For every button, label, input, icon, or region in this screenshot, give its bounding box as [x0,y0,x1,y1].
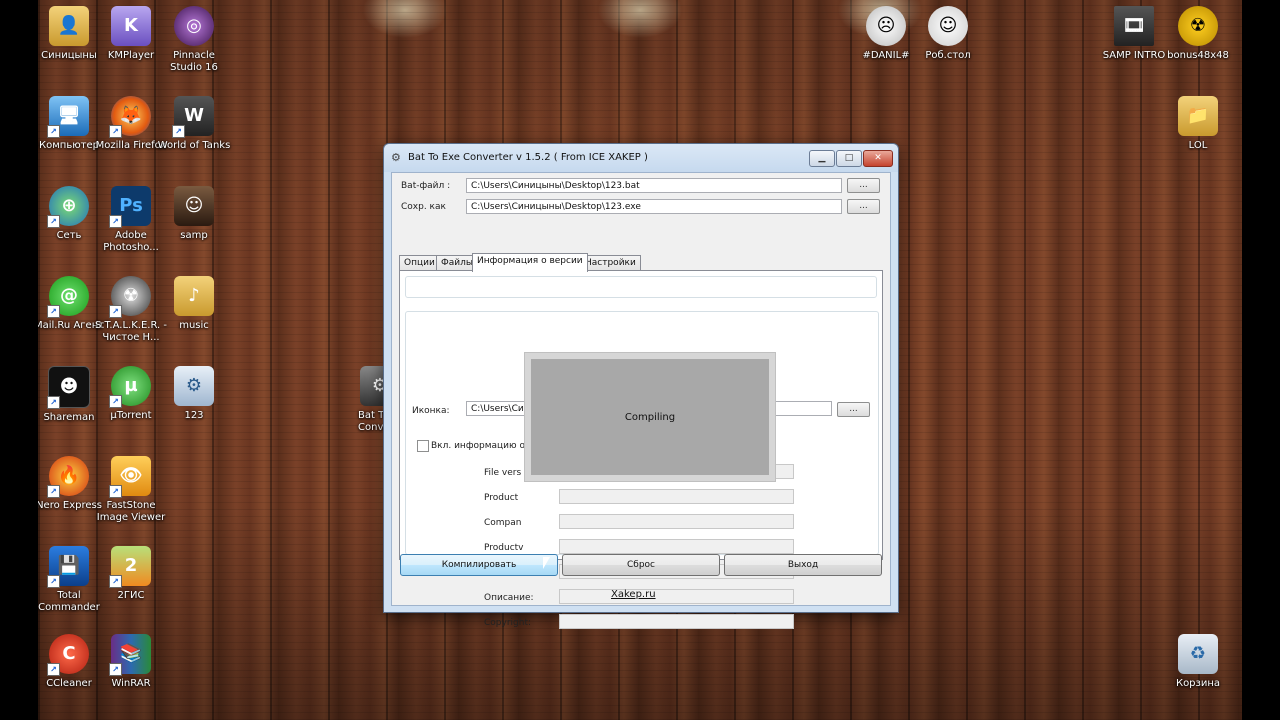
product-input [559,489,794,504]
face-icon: ☹ [866,6,906,46]
compile-button[interactable]: Компилировать [400,554,558,576]
copyright-label: Copyright: [484,618,532,628]
firefox-icon: 🦊 ↗ [109,96,151,138]
nero-icon: 🔥 ↗ [47,456,89,498]
company-label: Compan [484,518,522,528]
tab-version-info[interactable]: Информация о версии [472,253,588,272]
shareman-icon: ☻ ↗ [47,366,90,409]
wot-icon: W ↗ [172,96,214,138]
network-icon: ⊕ ↗ [47,186,89,228]
mailru-icon: @ ↗ [47,276,89,318]
copyright-input [559,614,794,629]
settings-file-icon: ⚙ [174,366,214,406]
description-label: Описание: [484,593,534,603]
description-input [559,589,794,604]
desktop-icon-music[interactable]: ♪ music [156,270,232,332]
desktop-icon-faststone[interactable]: 👁 ↗ FastStone Image Viewer [93,450,169,524]
video-icon: 🎞 [1114,6,1154,46]
recycle-bin-icon: ♻ [1178,634,1218,674]
computer-icon: 🖥 ↗ [47,96,89,138]
2gis-icon: 2 ↗ [109,546,151,588]
kmplayer-icon: K [111,6,151,46]
desktop-icon-123[interactable]: ⚙ 123 [156,360,232,422]
compiling-text: Compiling [531,359,769,475]
tab-options[interactable]: Опции [399,255,440,271]
photoshop-icon: Ps ↗ [109,186,151,228]
exit-button[interactable]: Выход [724,554,882,576]
radiation-icon: ☢ [1178,6,1218,46]
desktop-icon-rob-stol[interactable]: ☺ Роб.стол [910,0,986,62]
desktop-icon-pinnacle[interactable]: ◎ Pinnacle Studio 16 [156,0,232,74]
icon-row-box [405,276,877,298]
samp-icon: ☺ [174,186,214,226]
save-browse-button[interactable]: ... [847,199,880,214]
save-as-label: Сохр. как [401,202,446,212]
folder-user-icon: 👤 [49,6,89,46]
desktop-icon-winrar[interactable]: 📚 ↗ WinRAR [93,628,169,690]
utorrent-icon: µ ↗ [109,366,151,408]
winrar-icon: 📚 ↗ [109,634,151,676]
desktop-icon-wot[interactable]: W ↗ World of Tanks [156,90,232,152]
folder-icon: ♪ [174,276,214,316]
desktop-icon-bonus48x48[interactable]: ☢ bonus48x48 [1160,0,1236,62]
bat-browse-button[interactable]: ... [847,178,880,193]
tab-settings[interactable]: Настройки [580,255,641,271]
close-button[interactable]: ✕ [863,150,893,167]
faststone-icon: 👁 ↗ [109,456,151,498]
product-version-input [559,539,794,554]
save-as-input[interactable]: C:\Users\Синицыны\Desktop\123.exe [466,199,842,214]
xakep-link[interactable]: Xakep.ru [611,589,656,600]
maximize-button[interactable]: □ [836,150,862,167]
desktop-icon-samp[interactable]: ☺ samp [156,180,232,242]
stalker-icon: ☢ ↗ [109,276,151,318]
folder-icon: 📁 [1178,96,1218,136]
reset-button[interactable]: Сброс [562,554,720,576]
company-input [559,514,794,529]
bat-file-label: Bat-файл : [401,181,451,191]
product-label: Product [484,493,519,503]
desktop-icon-lol[interactable]: 📁 LOL [1160,90,1236,152]
window-title: Bat To Exe Converter v 1.5.2 ( From ICE … [408,152,648,163]
product-version-label: Productv [484,543,524,553]
bat-to-exe-window: ⚙ Bat To Exe Converter v 1.5.2 ( From IC… [383,143,899,629]
bat-file-input[interactable]: C:\Users\Синицыны\Desktop\123.bat [466,178,842,193]
pinnacle-icon: ◎ [174,6,214,46]
window-client: Bat-файл : C:\Users\Синицыны\Desktop\123… [391,172,891,629]
trollface-icon: ☺ [928,6,968,46]
desktop-icon-2gis[interactable]: 2 ↗ 2ГИС [93,540,169,602]
mouse-cursor-icon [543,557,550,569]
ccleaner-icon: C ↗ [47,634,89,676]
app-icon: ⚙ [391,151,401,164]
minimize-button[interactable]: ▁ [809,150,835,167]
total-commander-icon: 💾 ↗ [47,546,89,588]
version-info-checkbox[interactable] [417,440,429,452]
window-titlebar[interactable]: ⚙ Bat To Exe Converter v 1.5.2 ( From IC… [384,144,898,172]
file-version-label: File vers [484,468,522,478]
compiling-overlay: Compiling [524,352,776,482]
desktop-icon-recycle-bin[interactable]: ♻ Корзина [1160,628,1236,690]
